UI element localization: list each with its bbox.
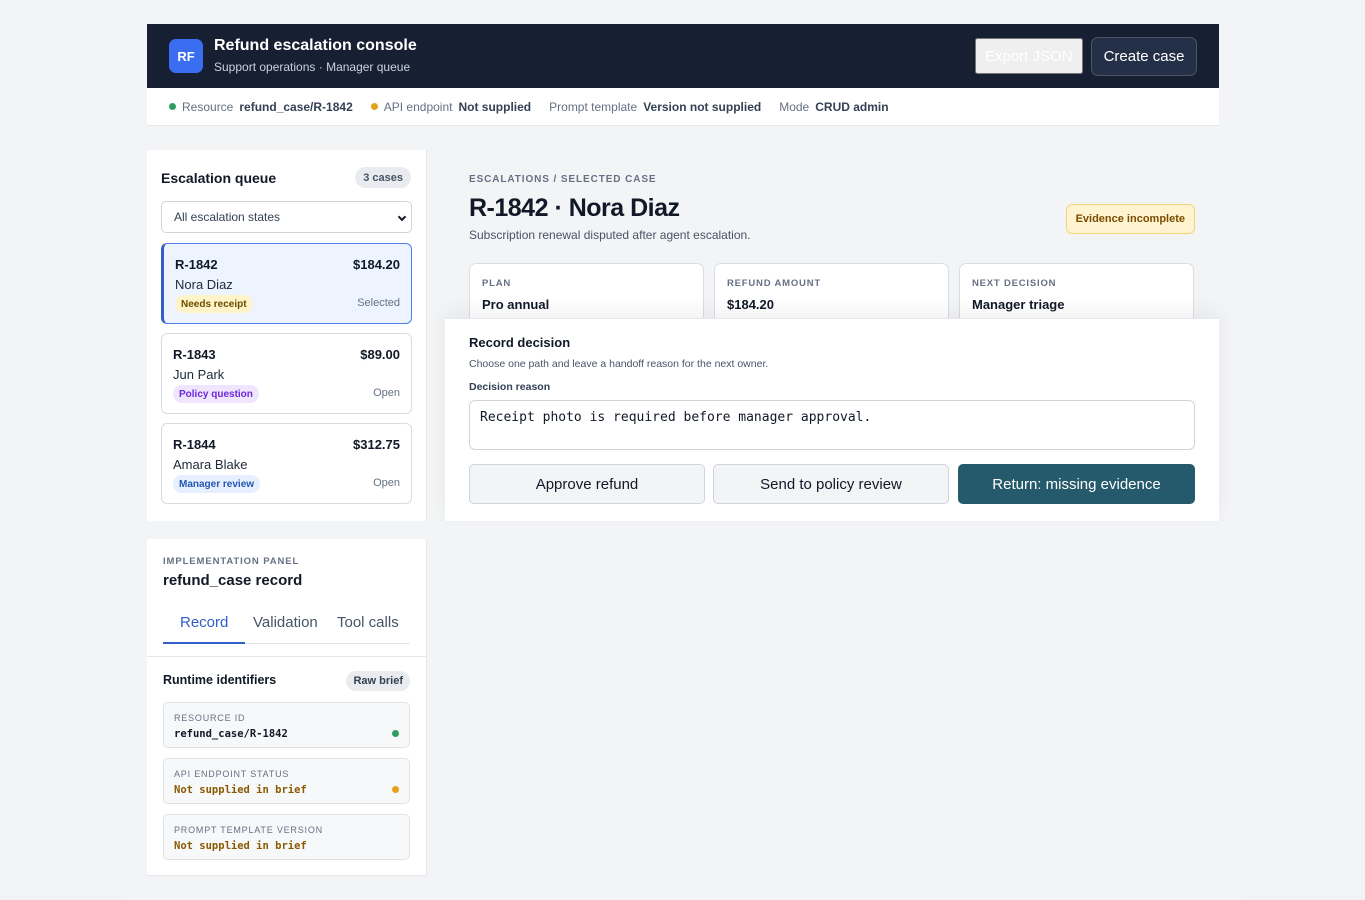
case-tag: Policy question: [173, 385, 259, 403]
status-bar: Resource refund_case/R-1842 API endpoint N…: [147, 88, 1219, 126]
id-label: Prompt template version: [174, 825, 323, 835]
implementation-panel: Implementation panel refund_case record …: [147, 539, 427, 876]
return-missing-evidence-button[interactable]: Return: missing evidence: [958, 464, 1195, 504]
decision-help-text: Choose one path and leave a handoff reas…: [469, 358, 769, 370]
case-id: R-1842: [175, 257, 218, 272]
app-subtitle: Support operations · Manager queue: [214, 60, 411, 74]
case-title: R-1842 · Nora Diaz: [469, 194, 680, 222]
status-label: Prompt template: [549, 99, 638, 114]
decision-title: Record decision: [469, 335, 571, 350]
case-count-badge: 3 cases: [355, 167, 411, 188]
tab-validation[interactable]: Validation: [253, 614, 318, 631]
id-value: Not supplied in brief: [174, 840, 307, 852]
approve-refund-button[interactable]: Approve refund: [469, 464, 705, 504]
queue-title: Escalation queue: [161, 170, 277, 186]
metric-label: Plan: [482, 278, 512, 289]
case-state: Open: [373, 387, 400, 399]
id-label: Resource ID: [174, 713, 246, 723]
case-card-r-1844[interactable]: R-1844 $312.75 Amara Blake Manager revie…: [161, 423, 412, 504]
case-amount: $312.75: [353, 437, 400, 452]
green-status-dot-icon: [169, 103, 176, 110]
status-label: API endpoint: [383, 99, 453, 114]
case-detail-panel: Escalations / Selected case R-1842 · Nor…: [445, 150, 1219, 521]
status-value: Version not supplied: [643, 99, 762, 114]
case-state: Selected: [357, 297, 400, 309]
implementation-title: refund_case record: [163, 572, 303, 589]
case-card-r-1843[interactable]: R-1843 $89.00 Jun Park Policy question O…: [161, 333, 412, 414]
green-status-dot-icon: [392, 730, 399, 737]
case-tag: Manager review: [173, 475, 261, 493]
plan-metric: Plan Pro annual: [469, 263, 704, 321]
escalation-state-filter[interactable]: All escalation states: [161, 201, 412, 233]
case-amount: $184.20: [353, 257, 400, 272]
status-label: Resource: [182, 99, 234, 114]
implementation-tabs: Record Validation Tool calls: [163, 607, 410, 644]
chevron-down-icon: [397, 212, 407, 222]
app-logo: RF: [169, 39, 203, 73]
case-card-r-1842[interactable]: R-1842 $184.20 Nora Diaz Needs receipt S…: [161, 243, 412, 324]
metric-label: Next decision: [972, 278, 1057, 289]
export-json-button[interactable]: Export JSON: [975, 38, 1083, 74]
customer-name: Amara Blake: [173, 457, 248, 472]
refund-amount-metric: Refund amount $184.20: [714, 263, 949, 321]
evidence-status-badge: Evidence incomplete: [1065, 204, 1195, 234]
panel-divider: [147, 656, 427, 657]
customer-name: Jun Park: [173, 367, 225, 382]
case-subtitle: Subscription renewal disputed after agen…: [469, 228, 751, 242]
id-value: refund_case/R-1842: [174, 728, 288, 740]
metric-label: Refund amount: [727, 278, 821, 289]
id-label: API endpoint status: [174, 769, 290, 779]
metric-value: $184.20: [727, 297, 774, 312]
id-value: Not supplied in brief: [174, 784, 307, 796]
record-decision-panel: Record decision Choose one path and leav…: [445, 318, 1219, 521]
decision-reason-input[interactable]: Receipt photo is required before manager…: [469, 400, 1195, 450]
create-case-button[interactable]: Create case: [1091, 37, 1197, 76]
decision-reason-label: Decision reason: [469, 381, 551, 393]
case-state: Open: [373, 477, 400, 489]
raw-brief-badge: Raw brief: [346, 671, 410, 691]
status-mode: Mode CRUD admin: [779, 100, 888, 114]
case-amount: $89.00: [360, 347, 400, 362]
status-api-endpoint: API endpoint Not supplied: [370, 99, 532, 114]
api-endpoint-status-card: API endpoint status Not supplied in brie…: [163, 758, 410, 804]
escalation-queue-panel: Escalation queue 3 cases All escalation …: [147, 150, 427, 521]
tab-tool-calls[interactable]: Tool calls: [337, 614, 399, 631]
runtime-identifiers-title: Runtime identifiers: [163, 673, 277, 687]
tab-record[interactable]: Record: [180, 614, 228, 631]
metric-value: Pro annual: [482, 297, 550, 312]
breadcrumb: Escalations / Selected case: [469, 174, 657, 185]
status-value: refund_case/R-1842: [239, 99, 353, 114]
resource-id-card: Resource ID refund_case/R-1842: [163, 702, 410, 748]
amber-status-dot-icon: [370, 103, 378, 110]
active-tab-indicator: [163, 642, 245, 644]
case-tag: Needs receipt: [175, 295, 253, 313]
status-resource: Resource refund_case/R-1842: [169, 100, 353, 114]
metric-value: Manager triage: [972, 297, 1065, 312]
status-prompt-template: Prompt template Version not supplied: [549, 100, 761, 114]
status-value: CRUD admin: [815, 99, 889, 114]
prompt-template-version-card: Prompt template version Not supplied in …: [163, 814, 410, 860]
top-app-bar: RF Refund escalation console Support ope…: [147, 24, 1219, 88]
next-decision-metric: Next decision Manager triage: [959, 263, 1194, 321]
implementation-kicker: Implementation panel: [163, 556, 300, 567]
case-id: R-1843: [173, 347, 216, 362]
filter-selected-value: All escalation states: [174, 210, 281, 224]
send-to-policy-review-button[interactable]: Send to policy review: [713, 464, 949, 504]
app-title: Refund escalation console: [214, 37, 417, 54]
customer-name: Nora Diaz: [175, 277, 233, 292]
amber-status-dot-icon: [392, 786, 399, 793]
status-label: Mode: [779, 99, 810, 114]
case-id: R-1844: [173, 437, 216, 452]
status-value: Not supplied: [458, 99, 532, 114]
